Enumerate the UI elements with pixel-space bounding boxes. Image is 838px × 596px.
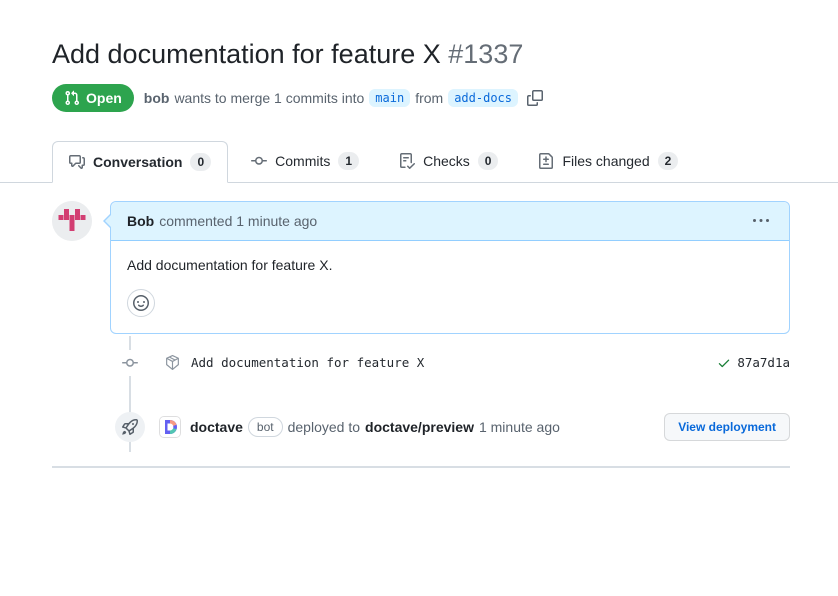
pr-tab-bar: Conversation 0 Commits 1 Checks 0 Files …	[0, 140, 838, 183]
pr-title-text: Add documentation for feature X	[52, 39, 441, 69]
pr-state-label: Open	[86, 90, 122, 106]
deployment-action: deployed to	[288, 419, 360, 435]
comment-card: Bob commented 1 minute ago Add documenta…	[110, 201, 790, 334]
comment-body: Add documentation for feature X.	[111, 241, 789, 333]
file-diff-icon	[538, 153, 554, 169]
avatar[interactable]	[52, 201, 92, 241]
comment-menu-button[interactable]	[749, 211, 773, 231]
commit-row: Add documentation for feature X 87a7d1a	[0, 334, 838, 390]
deployment-time: 1 minute ago	[479, 419, 560, 435]
bot-badge: bot	[248, 417, 283, 437]
add-reaction-button[interactable]	[127, 289, 155, 317]
tab-files-changed-label: Files changed	[562, 153, 649, 169]
check-icon[interactable]	[717, 356, 731, 370]
pr-meta-row: Open bob wants to merge 1 commits into m…	[52, 84, 790, 112]
checklist-icon	[399, 153, 415, 169]
tab-checks[interactable]: Checks 0	[382, 140, 515, 182]
deployment-app-name[interactable]: doctave	[190, 419, 243, 435]
rocket-icon	[115, 412, 145, 442]
bottom-divider	[52, 466, 790, 468]
comment-text: Add documentation for feature X.	[127, 257, 773, 273]
view-deployment-button[interactable]: View deployment	[664, 413, 790, 441]
copy-icon	[527, 90, 543, 106]
pr-author[interactable]: bob	[144, 90, 170, 106]
doctave-app-avatar[interactable]	[159, 416, 181, 438]
tab-conversation[interactable]: Conversation 0	[52, 141, 228, 183]
copy-branch-button[interactable]	[525, 88, 545, 108]
deployment-environment[interactable]: doctave/preview	[365, 419, 474, 435]
commit-message-link[interactable]: Add documentation for feature X	[191, 355, 424, 370]
base-branch-label[interactable]: main	[369, 89, 410, 107]
comment-author[interactable]: Bob	[127, 213, 154, 229]
tab-commits[interactable]: Commits 1	[234, 140, 376, 182]
pr-state-badge[interactable]: Open	[52, 84, 134, 112]
page-title: Add documentation for feature X #1337	[52, 38, 790, 72]
git-pull-request-icon	[64, 90, 80, 106]
commit-sha-link[interactable]: 87a7d1a	[737, 355, 790, 370]
pr-meta-text: bob wants to merge 1 commits into main f…	[144, 88, 545, 108]
tab-conversation-label: Conversation	[93, 154, 182, 170]
comment-discussion-icon	[69, 154, 85, 170]
pr-meta-from: from	[415, 90, 443, 106]
comment-header: Bob commented 1 minute ago	[111, 202, 789, 241]
tab-checks-count: 0	[478, 152, 499, 170]
commit-status: 87a7d1a	[717, 355, 790, 370]
kebab-horizontal-icon	[753, 213, 769, 229]
pr-meta-mid: wants to merge 1 commits into	[174, 90, 364, 106]
smiley-icon	[133, 295, 149, 311]
tab-files-changed[interactable]: Files changed 2	[521, 140, 695, 182]
pr-number: #1337	[448, 39, 523, 69]
tab-commits-label: Commits	[275, 153, 330, 169]
timeline: Add documentation for feature X 87a7d1a …	[0, 334, 838, 452]
pr-header: Add documentation for feature X #1337 Op…	[52, 38, 790, 112]
comment-section: Bob commented 1 minute ago Add documenta…	[52, 201, 790, 334]
git-commit-icon	[251, 153, 267, 169]
comment-byline: commented 1 minute ago	[159, 213, 317, 229]
tab-conversation-count: 0	[190, 153, 211, 171]
head-branch-label[interactable]: add-docs	[448, 89, 518, 107]
git-commit-icon	[122, 350, 138, 376]
commit-author-avatar[interactable]	[164, 354, 181, 371]
tab-checks-label: Checks	[423, 153, 470, 169]
tab-files-changed-count: 2	[658, 152, 679, 170]
deployment-text: doctave bot deployed to doctave/preview …	[190, 417, 560, 437]
tab-commits-count: 1	[338, 152, 359, 170]
deployment-row: doctave bot deployed to doctave/preview …	[0, 400, 838, 452]
